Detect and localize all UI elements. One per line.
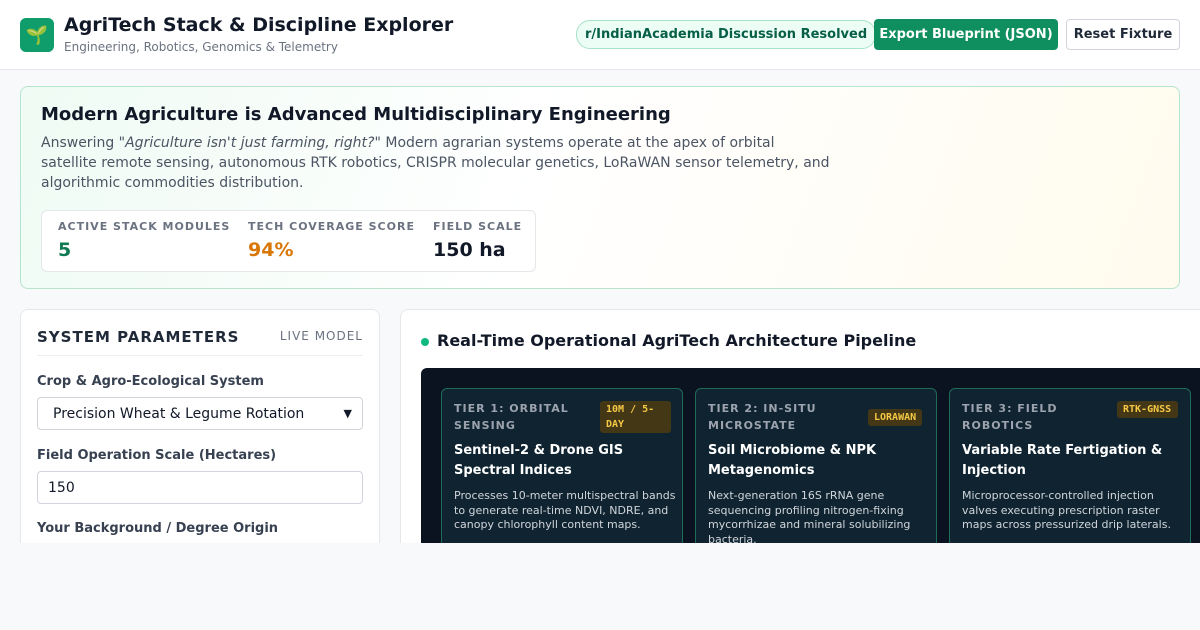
field-scale-value: 150 [48,479,75,496]
tier-description: Microprocessor-controlled injection valv… [962,489,1171,531]
app-title: AgriTech Stack & Discipline Explorer [64,14,454,36]
tier-card-orbital-sensing[interactable]: TIER 1: ORBITAL SENSING 10M / 5-DAY Sent… [441,388,683,568]
tier-badge: LORAWAN [868,409,923,426]
background-label: Your Background / Degree Origin [37,521,279,536]
page-background [0,543,1200,630]
stat-value: 5 [58,239,72,261]
app-subtitle: Engineering, Robotics, Genomics & Teleme… [64,40,338,54]
stats-panel: ACTIVE STACK MODULES 5 TECH COVERAGE SCO… [41,210,536,272]
tier-badge: 10M / 5-DAY [600,401,671,433]
live-status-dot-icon [421,338,429,346]
tier-label: TIER 1: ORBITAL SENSING [454,402,569,432]
stat-coverage-score: TECH COVERAGE SCORE 94% [248,220,415,261]
stat-field-scale: FIELD SCALE 150 ha [433,220,522,261]
pipeline-panel: Real-Time Operational AgriTech Architect… [400,309,1200,569]
export-blueprint-button[interactable]: Export Blueprint (JSON) [874,19,1058,50]
tier-description: Processes 10-meter multispectral bands t… [454,489,676,531]
live-model-tag: LIVE MODEL [279,329,363,343]
chevron-down-icon: ▼ [343,407,352,420]
top-bar: 🌱 AgriTech Stack & Discipline Explorer E… [0,0,1200,70]
seedling-logo-icon: 🌱 [20,18,54,52]
pipeline-canvas: TIER 1: ORBITAL SENSING 10M / 5-DAY Sent… [421,368,1200,568]
tier-title: Soil Microbiome & NPK Metagenomics [708,443,877,478]
tier-badge: RTK-GNSS [1117,401,1178,418]
stat-label: ACTIVE STACK MODULES [58,220,231,233]
panel-title: SYSTEM PARAMETERS [37,328,240,346]
stat-active-modules: ACTIVE STACK MODULES 5 [58,220,230,261]
crop-system-label: Crop & Agro-Ecological System [37,374,264,389]
discussion-status-badge: r/IndianAcademia Discussion Resolved [576,20,877,49]
field-scale-label: Field Operation Scale (Hectares) [37,448,277,463]
tier-label: TIER 3: FIELD ROBOTICS [962,402,1058,432]
tier-card-field-robotics[interactable]: TIER 3: FIELD ROBOTICS RTK-GNSS Variable… [949,388,1191,568]
hero-desc-quote: Agriculture isn't just farming, right? [125,135,375,151]
stat-label: FIELD SCALE [433,220,523,233]
tier-title: Sentinel-2 & Drone GIS Spectral Indices [454,443,624,478]
tier-card-in-situ-microstate[interactable]: TIER 2: IN-SITU MICROSTATE LORAWAN Soil … [695,388,937,568]
stat-label: TECH COVERAGE SCORE [248,220,415,233]
stat-value: 150 ha [433,239,506,261]
stat-value: 94% [248,239,294,261]
tier-title: Variable Rate Fertigation & Injection [962,443,1163,478]
hero-description: Answering "Agriculture isn't just farmin… [41,133,831,193]
field-scale-input[interactable]: 150 [37,471,363,504]
divider [37,355,363,356]
pipeline-title: Real-Time Operational AgriTech Architect… [437,331,917,350]
system-parameters-panel: SYSTEM PARAMETERS LIVE MODEL Crop & Agro… [20,309,380,569]
tier-description: Next-generation 16S rRNA gene sequencing… [708,489,911,546]
hero-desc-prefix: Answering " [41,135,126,151]
hero-title: Modern Agriculture is Advanced Multidisc… [41,104,671,125]
crop-system-value: Precision Wheat & Legume Rotation [53,405,305,422]
crop-system-select[interactable]: Precision Wheat & Legume Rotation ▼ [37,397,363,430]
tier-label: TIER 2: IN-SITU MICROSTATE [708,402,817,432]
hero-card: Modern Agriculture is Advanced Multidisc… [20,86,1180,289]
reset-fixture-button[interactable]: Reset Fixture [1066,19,1180,50]
